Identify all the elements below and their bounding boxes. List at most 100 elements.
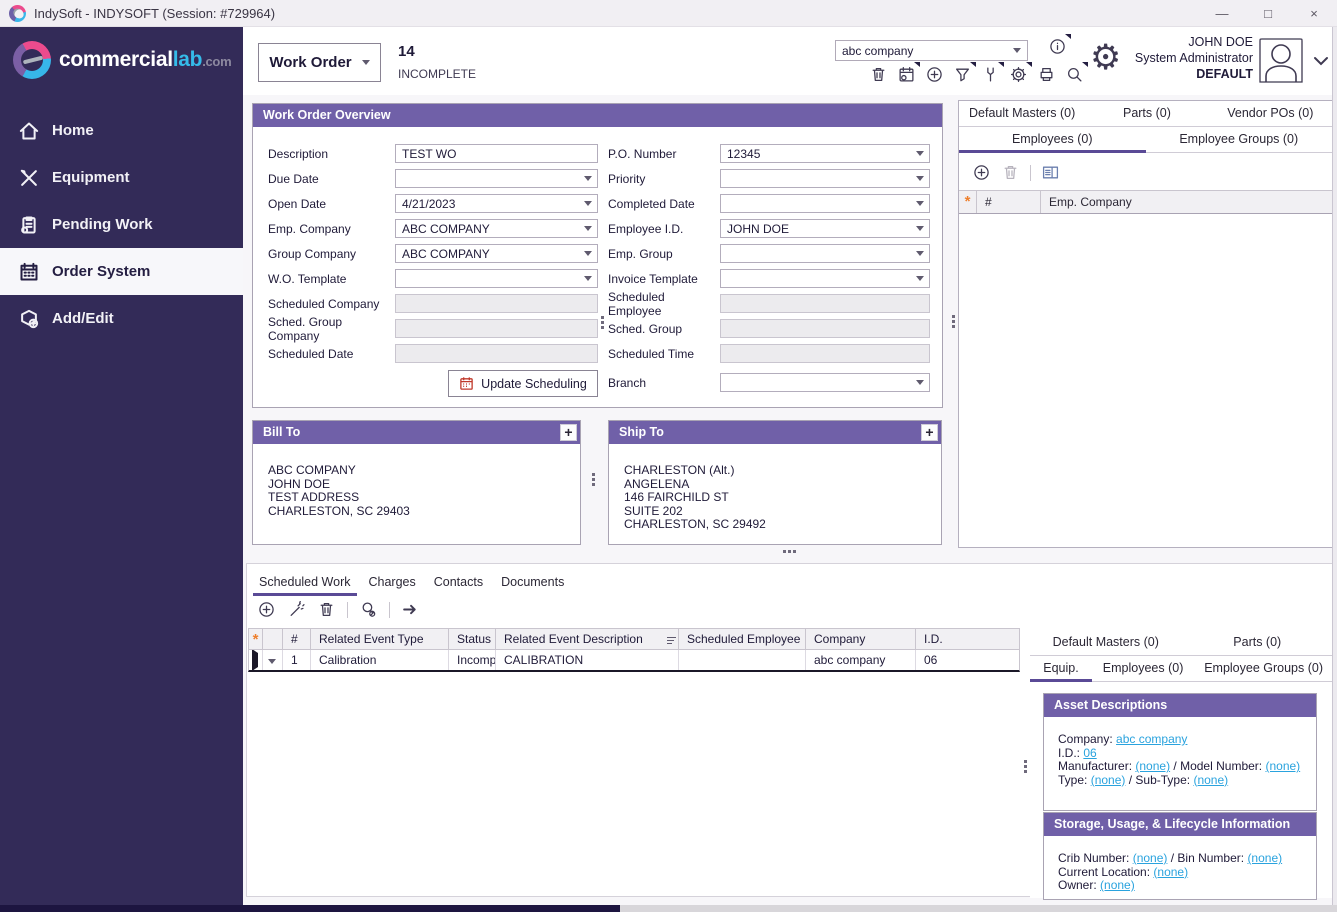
current-location-link[interactable]: (none) <box>1153 865 1188 879</box>
card-view-icon[interactable] <box>1041 163 1060 182</box>
avatar[interactable] <box>1258 37 1304 84</box>
field-label-description: Description <box>268 147 395 161</box>
edit-wand-icon[interactable] <box>287 600 306 619</box>
open-date-combo[interactable]: 4/21/2023 <box>395 194 598 213</box>
gear-icon[interactable]: ⚙ <box>1090 38 1121 78</box>
column-header-company[interactable]: Company <box>806 629 916 649</box>
tab-parts[interactable]: Parts (0) <box>1085 101 1208 126</box>
table-row[interactable]: 1 Calibration Incomple CALIBRATION abc c… <box>248 650 1020 672</box>
update-scheduling-button[interactable]: Update Scheduling <box>448 370 598 397</box>
order-system-icon <box>19 262 39 282</box>
add-ship-to-button[interactable]: + <box>921 424 938 441</box>
sub-type-link[interactable]: (none) <box>1193 773 1228 787</box>
tab-documents[interactable]: Documents <box>495 570 570 595</box>
forward-arrow-icon[interactable] <box>401 600 420 619</box>
branch-combo[interactable] <box>720 373 930 392</box>
detail-splitter-handle[interactable] <box>1024 760 1027 763</box>
sidebar-item-pending-work[interactable]: Pending Work <box>0 201 243 248</box>
po-number-combo[interactable]: 12345 <box>720 144 930 163</box>
panel-title: Work Order Overview <box>253 104 942 127</box>
column-header-id[interactable]: I.D. <box>916 629 1019 649</box>
sidebar-item-equipment[interactable]: Equipment <box>0 154 243 201</box>
chevron-down-icon[interactable] <box>1311 51 1331 71</box>
add-icon[interactable] <box>257 600 276 619</box>
column-header-related-event-description[interactable]: Related Event Description <box>496 629 679 649</box>
print-icon[interactable] <box>1037 65 1056 84</box>
search-icon[interactable] <box>1065 65 1084 84</box>
id-link[interactable]: 06 <box>1083 746 1096 760</box>
wrench-icon[interactable] <box>981 65 1000 84</box>
column-splitter-handle[interactable] <box>601 316 604 319</box>
tab-employee-groups[interactable]: Employee Groups (0) <box>1194 656 1333 681</box>
address-splitter-handle[interactable] <box>592 473 595 476</box>
search-records-icon[interactable] <box>359 600 378 619</box>
add-icon[interactable] <box>972 163 991 182</box>
owner-link[interactable]: (none) <box>1100 878 1135 892</box>
group-company-combo[interactable]: ABC COMPANY <box>395 244 598 263</box>
panel-splitter-handle[interactable] <box>952 315 955 318</box>
row-expander[interactable] <box>263 650 283 670</box>
scheduled-time-field <box>720 344 930 363</box>
description-input[interactable]: TEST WO <box>395 144 598 163</box>
calendar-icon[interactable] <box>897 65 916 84</box>
emp-company-combo[interactable]: ABC COMPANY <box>395 219 598 238</box>
tab-employee-groups[interactable]: Employee Groups (0) <box>1146 127 1333 152</box>
emp-group-combo[interactable] <box>720 244 930 263</box>
tab-charges[interactable]: Charges <box>363 570 422 595</box>
due-date-combo[interactable] <box>395 169 598 188</box>
tab-contacts[interactable]: Contacts <box>428 570 489 595</box>
type-link[interactable]: (none) <box>1091 773 1126 787</box>
user-role: System Administrator <box>1135 50 1253 66</box>
title-bar: IndySoft - INDYSOFT (Session: #729964) —… <box>0 0 1337 27</box>
priority-combo[interactable] <box>720 169 930 188</box>
delete-icon[interactable] <box>869 65 888 84</box>
sidebar-item-add-edit[interactable]: Add/Edit <box>0 295 243 342</box>
tab-default-masters[interactable]: Default Masters (0) <box>1030 630 1182 655</box>
column-header-status[interactable]: Status <box>449 629 496 649</box>
manufacturer-link[interactable]: (none) <box>1135 759 1170 773</box>
settings-icon[interactable] <box>1009 65 1028 84</box>
delete-icon[interactable] <box>317 600 336 619</box>
tab-employees[interactable]: Employees (0) <box>1092 656 1194 681</box>
record-type-dropdown[interactable]: Work Order <box>258 43 381 82</box>
completed-date-combo[interactable] <box>720 194 930 213</box>
pending-work-icon <box>19 215 39 235</box>
close-button[interactable]: × <box>1291 0 1337 27</box>
company-filter-combo[interactable]: abc company <box>835 40 1028 61</box>
tab-employees[interactable]: Employees (0) <box>959 127 1146 152</box>
tab-vendor-pos[interactable]: Vendor POs (0) <box>1209 101 1332 126</box>
horizontal-splitter-handle[interactable] <box>783 550 786 553</box>
scheduled-date-field <box>395 344 598 363</box>
model-number-link[interactable]: (none) <box>1265 759 1300 773</box>
add-icon[interactable] <box>925 65 944 84</box>
add-bill-to-button[interactable]: + <box>560 424 577 441</box>
column-header-number[interactable]: # <box>977 191 1041 213</box>
sidebar-item-home[interactable]: Home <box>0 107 243 154</box>
row-marker-icon: * <box>959 191 977 213</box>
info-icon[interactable] <box>1048 37 1067 56</box>
maximize-button[interactable]: □ <box>1245 0 1291 27</box>
delete-icon[interactable] <box>1001 163 1020 182</box>
column-header-related-event-type[interactable]: Related Event Type <box>311 629 449 649</box>
tab-default-masters[interactable]: Default Masters (0) <box>959 101 1085 126</box>
bin-number-link[interactable]: (none) <box>1247 851 1282 865</box>
sidebar-item-label: Order System <box>52 263 150 280</box>
column-header-scheduled-employee[interactable]: Scheduled Employee <box>679 629 806 649</box>
sidebar-item-order-system[interactable]: Order System <box>0 248 243 295</box>
tab-equip[interactable]: Equip. <box>1030 656 1092 681</box>
tab-scheduled-work[interactable]: Scheduled Work <box>253 570 357 595</box>
employee-id-combo[interactable]: JOHN DOE <box>720 219 930 238</box>
scheduled-company-field <box>395 294 598 313</box>
main-content: Work Order Overview Description TEST WO … <box>243 95 1337 905</box>
sidebar-item-label: Pending Work <box>52 216 153 233</box>
dropdown-arrow-icon <box>916 151 924 156</box>
filter-icon[interactable] <box>953 65 972 84</box>
invoice-template-combo[interactable] <box>720 269 930 288</box>
crib-number-link[interactable]: (none) <box>1133 851 1168 865</box>
column-header-emp-company[interactable]: Emp. Company <box>1041 191 1332 213</box>
minimize-button[interactable]: — <box>1199 0 1245 27</box>
wo-template-combo[interactable] <box>395 269 598 288</box>
company-link[interactable]: abc company <box>1116 732 1187 746</box>
tab-parts[interactable]: Parts (0) <box>1182 630 1334 655</box>
column-header-number[interactable]: # <box>283 629 311 649</box>
